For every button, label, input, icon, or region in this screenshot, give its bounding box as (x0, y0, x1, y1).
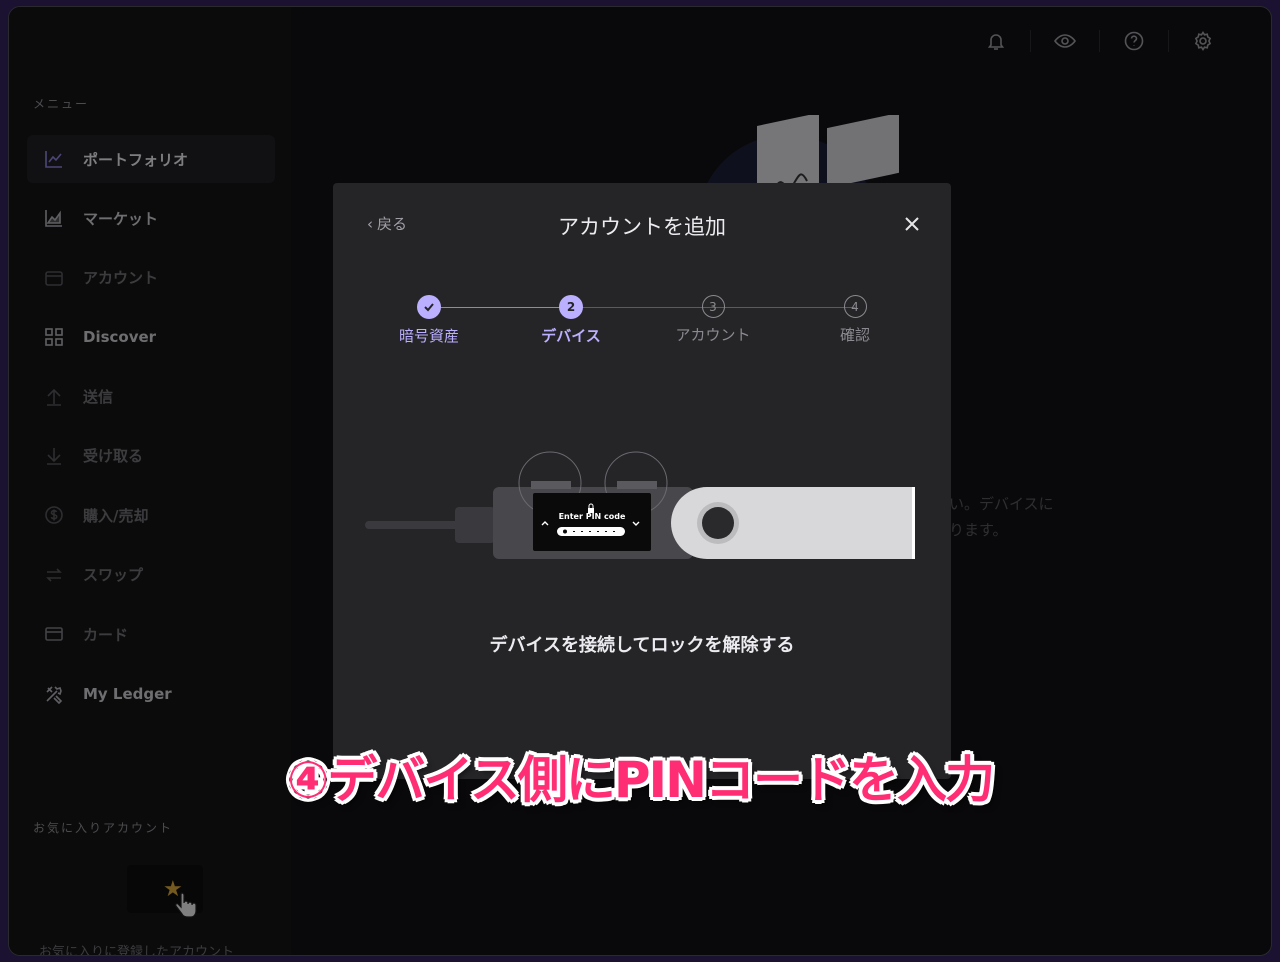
step-account: 3 アカウント (653, 295, 773, 345)
step-number: 4 (843, 295, 867, 318)
close-icon[interactable] (903, 215, 921, 233)
check-icon (417, 295, 441, 319)
step-label: デバイス (541, 327, 601, 345)
modal-title: アカウントを追加 (558, 215, 726, 239)
instruction-text: デバイスを接続してロックを解除する (489, 635, 795, 656)
step-confirm: 4 確認 (795, 295, 915, 345)
ledger-device-illustration (365, 451, 915, 559)
app-window: メニュー ポートフォリオ マーケット アカウント Discover 送信 受け取… (8, 6, 1272, 956)
stepper: 暗号資産 2 デバイス 3 アカウント 4 確認 (333, 295, 951, 355)
add-account-modal: ‹ 戻る アカウントを追加 暗号資産 2 デバイス 3 アカウント 4 確認 E… (333, 183, 951, 779)
step-label: 確認 (839, 326, 870, 344)
tutorial-caption: ④デバイス側にPINコードを入力 (287, 751, 995, 809)
step-device: 2 デバイス (511, 295, 631, 346)
step-label: アカウント (675, 326, 751, 344)
device-screen-text: Enter PIN code (558, 512, 626, 521)
step-crypto: 暗号資産 (369, 295, 489, 346)
step-label: 暗号資産 (398, 327, 459, 345)
step-number: 2 (559, 295, 583, 319)
step-number: 3 (701, 295, 725, 318)
